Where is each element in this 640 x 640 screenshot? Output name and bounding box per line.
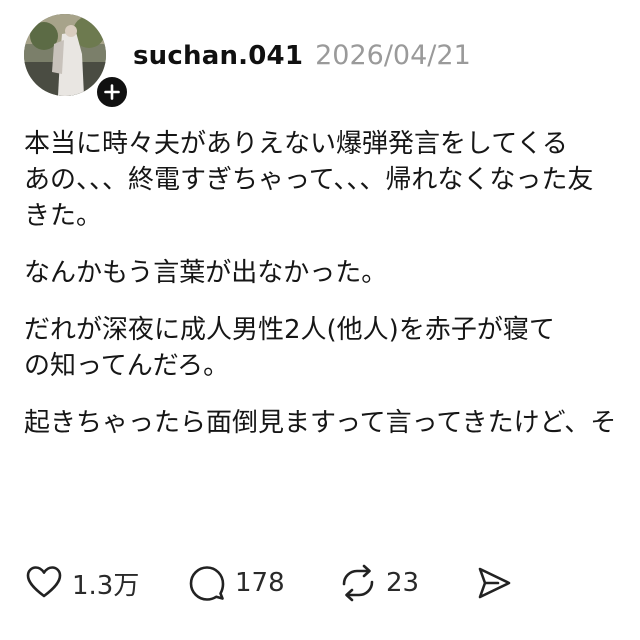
send-icon (478, 567, 511, 599)
post-date: 2026/04/21 (315, 40, 471, 71)
like-count: 1.3万 (72, 570, 140, 601)
repost-count: 23 (386, 568, 420, 598)
post-paragraph: 起きちゃったら面倒見ますって言ってきたけど、そ (24, 405, 640, 441)
plus-icon (104, 84, 120, 100)
username[interactable]: suchan.041 (133, 41, 303, 71)
repost-button[interactable]: 23 (338, 563, 419, 603)
post-body: 本当に時々夫がありえない爆弾発言をしてくる あの、、、終電すぎちゃって、、、帰れ… (24, 126, 640, 462)
post-paragraph: 本当に時々夫がありえない爆弾発言をしてくる あの、、、終電すぎちゃって、、、帰れ… (24, 126, 640, 234)
post-text-line: だれが深夜に成人男性2人(他人)を赤子が寝て (24, 315, 555, 345)
post: suchan.041 2026/04/21 本当に時々夫がありえない爆弾発言をして… (0, 0, 640, 640)
share-button[interactable] (474, 563, 514, 603)
comment-button[interactable]: 178 (187, 563, 285, 603)
post-paragraph: だれが深夜に成人男性2人(他人)を赤子が寝て の知ってんだろ。 (24, 312, 640, 384)
post-text-line: 起きちゃったら面倒見ますって言ってきたけど、そ (24, 408, 617, 438)
post-text-line: なんかもう言葉が出なかった。 (24, 258, 388, 288)
follow-button[interactable] (94, 74, 130, 110)
avatar-container[interactable] (24, 14, 130, 110)
post-text-line: の知ってんだろ。 (24, 351, 230, 381)
comment-count: 178 (235, 568, 285, 598)
post-text-line: あの、、、終電すぎちゃって、、、帰れなくなった友 (24, 165, 594, 195)
heart-icon (26, 566, 62, 598)
repost-icon (342, 564, 374, 602)
speech-bubble-icon (189, 566, 225, 601)
like-button[interactable]: 1.3万 (24, 563, 139, 603)
post-text-line: 本当に時々夫がありえない爆弾発言をしてくる (24, 129, 568, 159)
post-header: suchan.041 2026/04/21 (133, 36, 471, 79)
post-paragraph: なんかもう言葉が出なかった。 (24, 255, 640, 291)
post-text-line: きた。 (24, 201, 103, 231)
avatar[interactable] (24, 14, 106, 96)
